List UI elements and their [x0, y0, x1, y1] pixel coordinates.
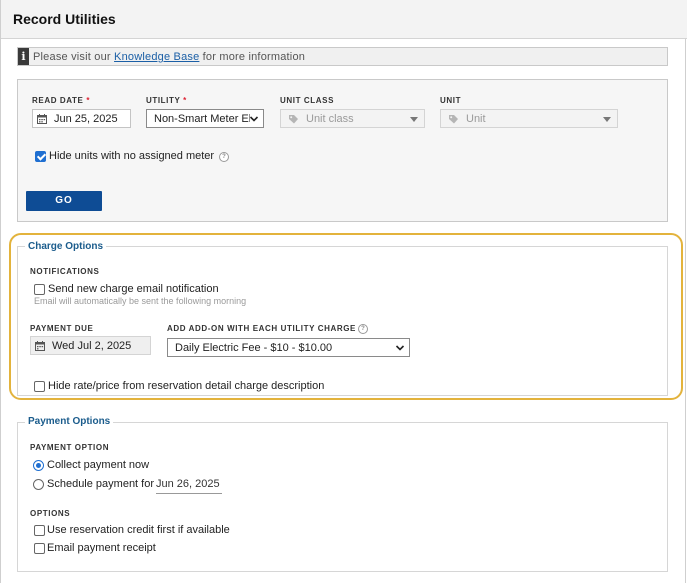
caret-down-icon: [603, 117, 611, 122]
payment-option-label: PAYMENT OPTION: [30, 443, 110, 452]
use-credit-label: Use reservation credit first if availabl…: [47, 524, 230, 536]
hide-units-checkbox[interactable]: [35, 151, 46, 162]
read-date-value: Jun 25, 2025: [54, 113, 118, 125]
unit-class-placeholder: Unit class: [306, 113, 354, 125]
chevron-down-icon: [249, 116, 259, 122]
utility-select[interactable]: Non-Smart Meter Ele: [146, 109, 264, 128]
page-title: Record Utilities: [13, 11, 116, 27]
read-date-label: READ DATE *: [32, 96, 91, 105]
record-utilities-page: Record Utilities i Please visit our Know…: [0, 0, 687, 583]
tag-icon: [449, 115, 458, 124]
unit-class-select[interactable]: Unit class: [280, 109, 425, 128]
hide-units-label: Hide units with no assigned meter: [49, 150, 215, 162]
schedule-payment-label: Schedule payment for: [47, 478, 155, 490]
payment-options-legend: Payment Options: [25, 416, 114, 427]
info-text: Please visit our Knowledge Base for more…: [33, 51, 305, 63]
utility-value: Non-Smart Meter Ele: [154, 113, 250, 125]
info-icon: i: [18, 48, 29, 65]
caret-down-icon: [410, 117, 418, 122]
tag-icon: [289, 115, 298, 124]
filter-panel: READ DATE * Jun 25, 2025 UTILITY * Non-S…: [17, 79, 668, 222]
collect-now-label: Collect payment now: [47, 459, 150, 471]
knowledge-base-link[interactable]: Knowledge Base: [114, 51, 199, 63]
options-label: OPTIONS: [30, 509, 71, 518]
schedule-payment-radio[interactable]: [33, 479, 44, 490]
calendar-icon: [37, 114, 47, 124]
read-date-field[interactable]: Jun 25, 2025: [32, 109, 131, 128]
unit-select[interactable]: Unit: [440, 109, 618, 128]
use-credit-checkbox[interactable]: [34, 525, 45, 536]
go-button[interactable]: GO: [26, 191, 102, 211]
info-text-prefix: Please visit our: [33, 51, 115, 63]
utility-label: UTILITY *: [146, 96, 187, 105]
unit-label: UNIT: [440, 96, 462, 105]
highlight-outline: [9, 233, 683, 400]
email-receipt-checkbox[interactable]: [34, 543, 45, 554]
info-banner: i Please visit our Knowledge Base for mo…: [17, 47, 668, 66]
page-header: Record Utilities: [1, 0, 687, 39]
unit-class-label: UNIT CLASS: [280, 96, 334, 105]
info-text-suffix: for more information: [199, 51, 306, 63]
unit-placeholder: Unit: [466, 113, 486, 125]
email-receipt-label: Email payment receipt: [47, 542, 156, 554]
help-icon[interactable]: ?: [219, 152, 229, 162]
collect-now-radio[interactable]: [33, 460, 44, 471]
schedule-date-input[interactable]: Jun 26, 2025: [156, 478, 222, 494]
